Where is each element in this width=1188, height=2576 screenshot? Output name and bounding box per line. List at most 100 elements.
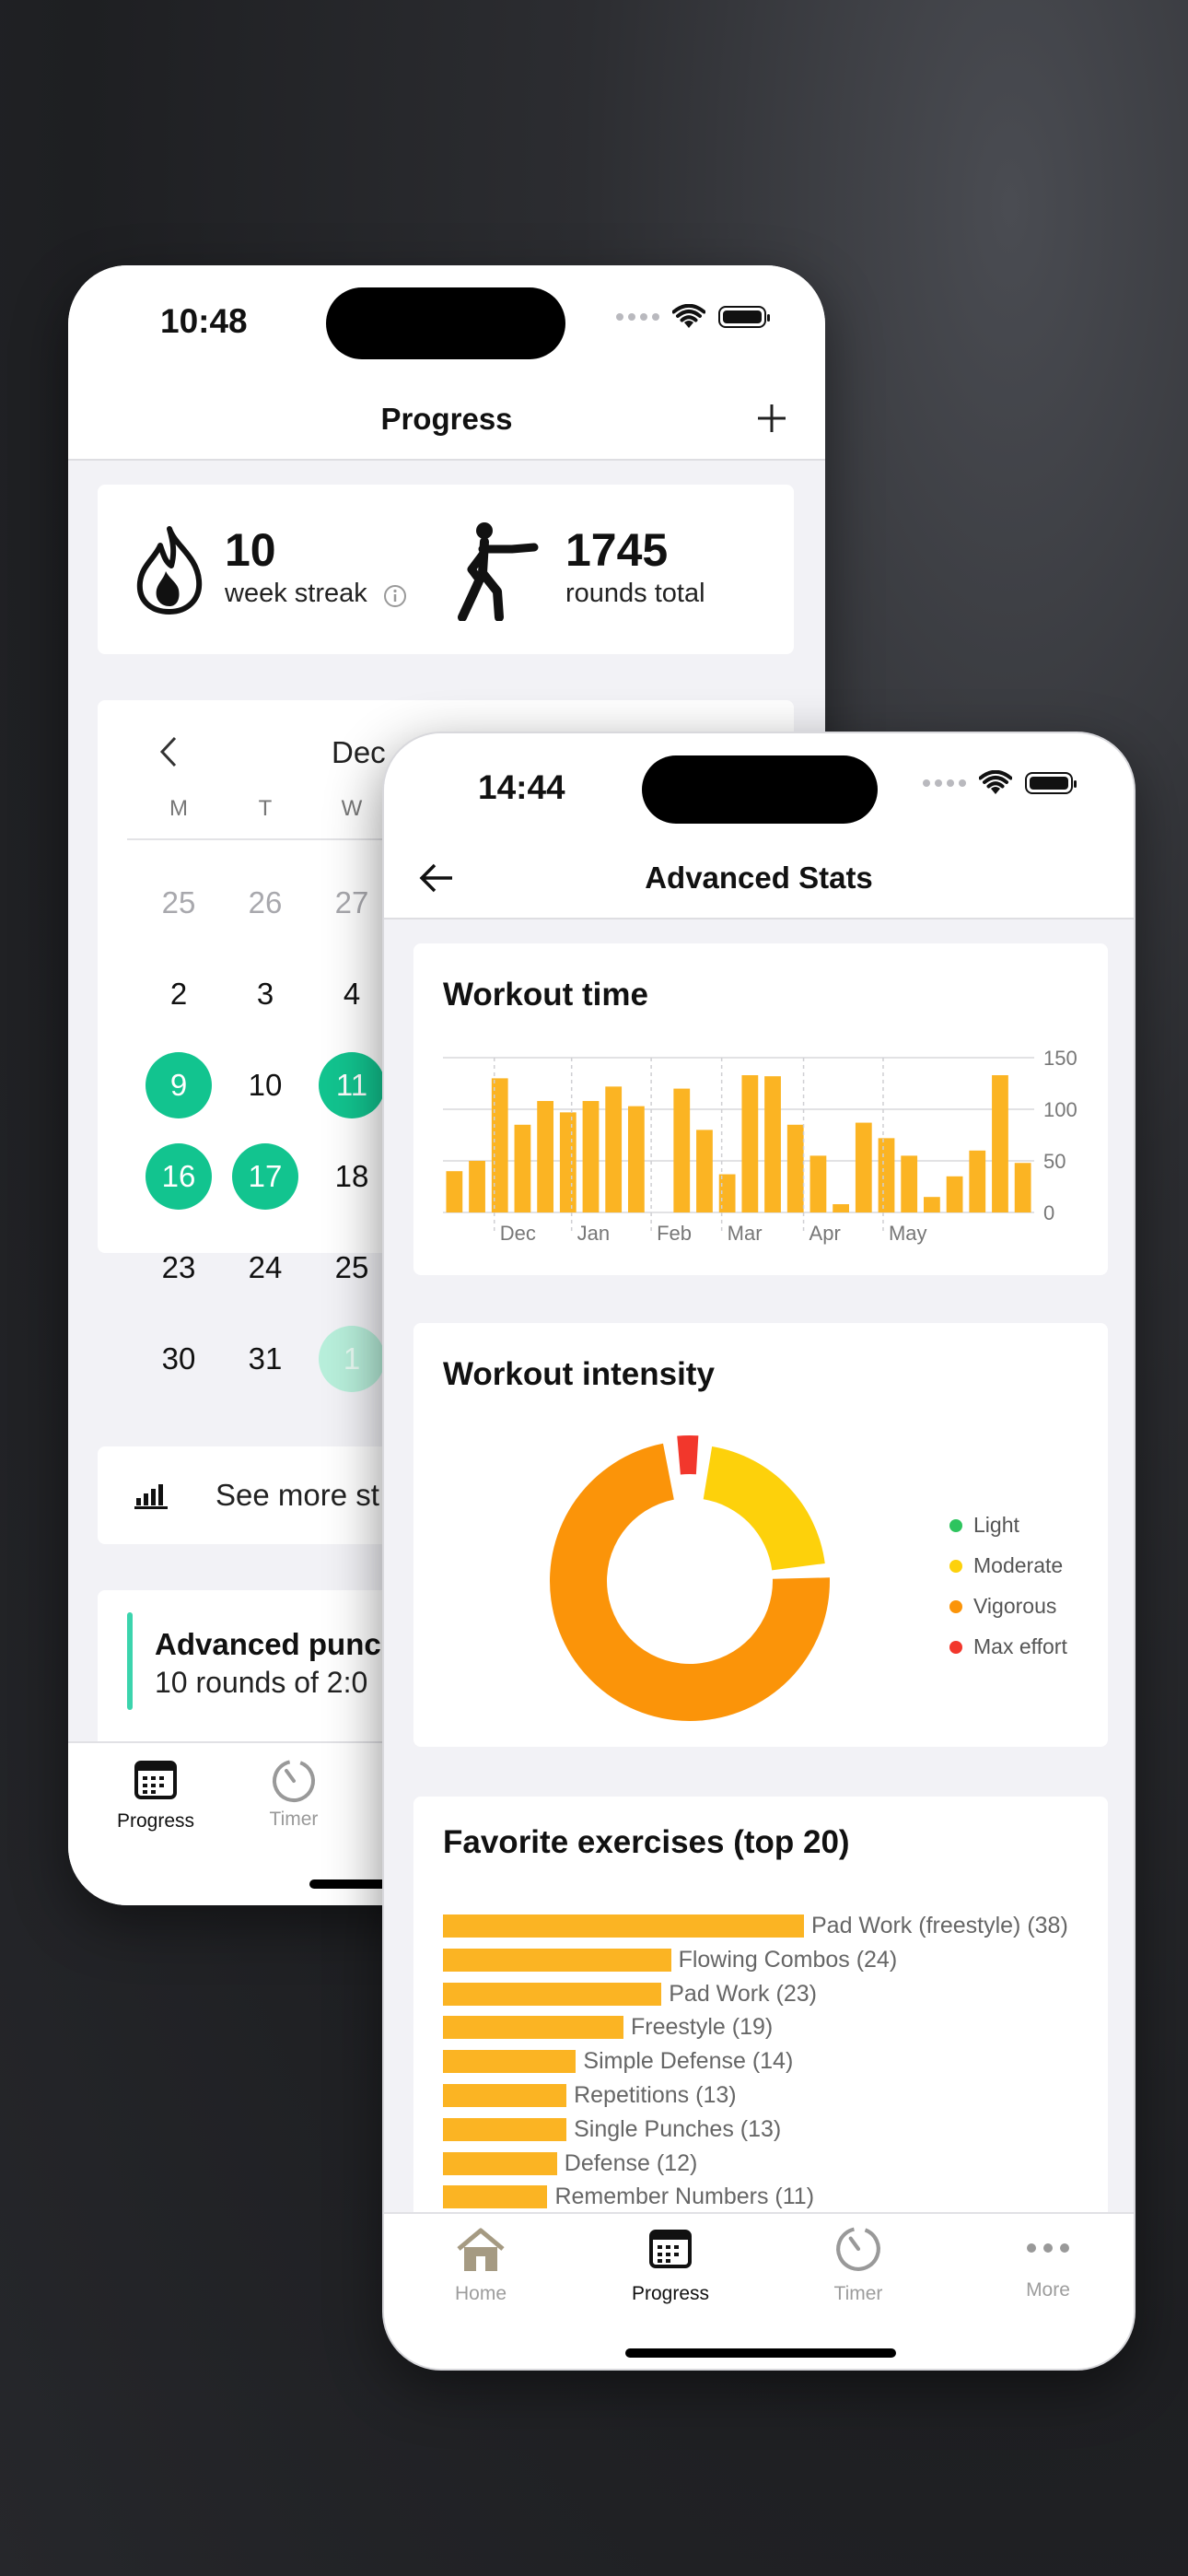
x-tick-label: Mar: [728, 1222, 763, 1245]
legend-item: Max effort: [949, 1634, 1067, 1659]
legend-dot: [949, 1599, 962, 1613]
see-more-label: See more st: [215, 1478, 379, 1512]
donut-slice-max-effort: [677, 1435, 699, 1475]
calendar-day[interactable]: 24: [232, 1235, 298, 1301]
legend-label: Vigorous: [973, 1594, 1057, 1618]
tab-progress[interactable]: Progress: [611, 2229, 730, 2305]
legend-dot: [949, 1559, 962, 1573]
legend-label: Max effort: [973, 1634, 1067, 1658]
calendar-day[interactable]: 26: [232, 870, 298, 936]
exercise-row: Remember Numbers (11): [443, 2184, 814, 2209]
exercise-label: Pad Work (freestyle) (38): [811, 1913, 1068, 1938]
workout-time-bar: [514, 1124, 531, 1212]
chevron-left-icon[interactable]: [158, 735, 179, 768]
exercise-row: Defense (12): [443, 2150, 697, 2176]
calendar-day[interactable]: 25: [319, 1235, 385, 1301]
tab-more[interactable]: More: [988, 2242, 1108, 2301]
exercise-row: Pad Work (23): [443, 1981, 817, 2007]
calendar-day[interactable]: 1: [319, 1326, 385, 1392]
x-tick-label: Feb: [657, 1222, 692, 1245]
calendar-day[interactable]: 30: [146, 1326, 212, 1392]
status-bar: 14:44: [384, 733, 1134, 844]
rounds-value: 1745: [565, 524, 669, 576]
add-icon[interactable]: [755, 402, 788, 435]
stats-card: 10 week streak 1745 rounds total: [98, 485, 794, 654]
exercise-bar: [443, 2050, 577, 2074]
donut-slice-moderate: [703, 1446, 825, 1571]
status-bar: 10:48: [68, 265, 825, 385]
legend-item: Vigorous: [949, 1594, 1056, 1619]
rounds-label: rounds total: [565, 579, 705, 608]
workout-time-bar: [878, 1138, 895, 1212]
exercise-bar: [443, 1982, 662, 2006]
calendar-day[interactable]: 31: [232, 1326, 298, 1392]
workout-time-bar: [605, 1086, 623, 1212]
y-tick-label: 100: [1043, 1098, 1077, 1121]
x-tick-label: Jan: [577, 1222, 610, 1245]
workout-time-bar: [1014, 1163, 1031, 1212]
y-tick-label: 0: [1043, 1201, 1054, 1224]
tab-progress[interactable]: Progress: [87, 1760, 225, 1832]
legend-dot: [949, 1518, 962, 1532]
page-title: Advanced Stats: [645, 861, 873, 895]
navigation-bar: Progress: [68, 385, 825, 461]
workout-time-chart: 150 100 50 0 Dec Jan Feb Mar Apr May: [443, 1047, 1077, 1245]
calendar-day[interactable]: 25: [146, 870, 212, 936]
tab-timer[interactable]: Timer: [225, 1758, 363, 1831]
exercise-row: Freestyle (19): [443, 2014, 774, 2041]
workout-time-bar: [537, 1101, 554, 1212]
workout-time-bar: [833, 1204, 850, 1212]
legend-item: Light: [949, 1513, 1019, 1538]
calendar-day[interactable]: 3: [232, 961, 298, 1027]
calendar-day[interactable]: 9: [146, 1052, 212, 1118]
calendar-icon: [134, 1761, 177, 1799]
exercise-label: Repetitions (13): [574, 2082, 737, 2108]
exercise-label: Freestyle (19): [631, 2014, 774, 2041]
exercise-bar: [443, 1948, 671, 1972]
tab-timer-label: Timer: [269, 1809, 319, 1830]
exercise-row: Repetitions (13): [443, 2082, 737, 2108]
page-title: Progress: [380, 402, 513, 436]
status-time: 14:44: [478, 768, 565, 806]
legend-dot: [949, 1640, 962, 1654]
workout-accent-bar: [127, 1612, 133, 1710]
calendar-day[interactable]: 4: [319, 961, 385, 1027]
exercise-label: Simple Defense (14): [583, 2048, 794, 2075]
timer-icon: [836, 2227, 880, 2271]
workout-time-bar: [696, 1130, 713, 1212]
calendar-day[interactable]: 17: [232, 1143, 298, 1210]
exercise-row: Pad Work (freestyle) (38): [443, 1913, 1068, 1938]
exercise-bar: [443, 1914, 804, 1938]
info-icon[interactable]: [383, 584, 407, 608]
calendar-day[interactable]: 23: [146, 1235, 212, 1301]
tab-timer[interactable]: Timer: [798, 2225, 918, 2305]
x-tick-label: Apr: [809, 1222, 841, 1245]
workout-time-bar: [469, 1161, 485, 1212]
home-indicator: [625, 2348, 896, 2358]
workout-time-bar: [673, 1088, 691, 1212]
exercise-bar: [443, 2117, 567, 2141]
calendar-day[interactable]: 27: [319, 870, 385, 936]
dynamic-island: [326, 287, 565, 359]
calendar-day[interactable]: 10: [232, 1052, 298, 1118]
workout-time-bar: [901, 1155, 918, 1212]
calendar-day[interactable]: 2: [146, 961, 212, 1027]
calendar-day[interactable]: 18: [319, 1143, 385, 1210]
exercise-row: Simple Defense (14): [443, 2048, 794, 2075]
workout-time-bar: [923, 1197, 940, 1212]
battery-icon: [1025, 772, 1077, 794]
streak-value: 10: [225, 524, 276, 576]
workout-time-bar: [627, 1106, 645, 1212]
workout-time-bar: [786, 1124, 804, 1212]
calendar-icon: [649, 2230, 692, 2268]
workout-time-bar: [764, 1076, 781, 1212]
tab-home[interactable]: Home: [421, 2227, 541, 2305]
legend-label: Moderate: [973, 1553, 1064, 1577]
tab-timer-label: Timer: [833, 2283, 883, 2304]
tab-home-label: Home: [454, 2283, 507, 2304]
status-time: 10:48: [160, 302, 248, 340]
calendar-day[interactable]: 16: [146, 1143, 212, 1210]
calendar-day[interactable]: 11: [319, 1052, 385, 1118]
wifi-icon: [672, 304, 705, 328]
exercise-bar: [443, 2185, 548, 2209]
